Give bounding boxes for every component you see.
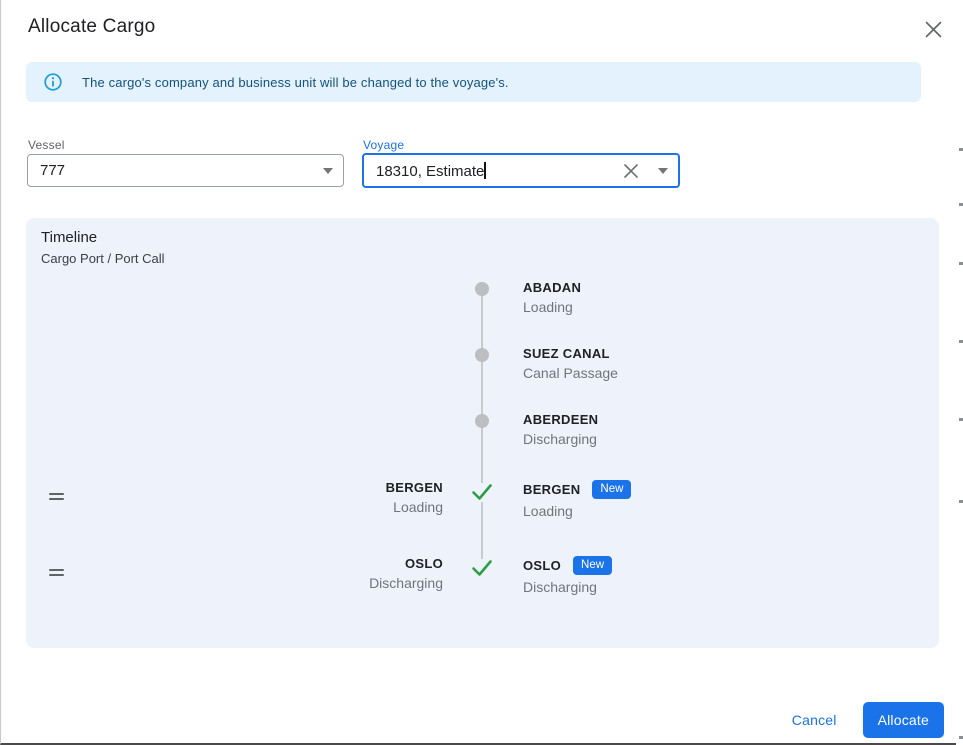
timeline-subheading: Cargo Port / Port Call [41,251,165,266]
info-circle-icon [44,73,62,91]
port-activity: Loading [523,299,581,315]
timeline-connector [481,502,483,559]
voyage-select[interactable]: 18310, Estimate [362,153,680,188]
cargo-port-activity: Discharging [369,575,443,591]
new-badge: New [573,556,612,575]
vessel-label: Vessel [28,138,65,152]
port-name: SUEZ CANAL [523,346,618,361]
port-name: ABERDEEN [523,412,598,427]
vessel-value: 777 [40,162,315,179]
timeline-dot [475,348,489,362]
timeline-connector [481,289,483,483]
port-activity: Loading [523,503,631,519]
port-call-item: ABADAN Loading [523,280,581,315]
drag-handle[interactable] [49,493,64,500]
close-icon[interactable] [921,17,945,41]
chevron-down-icon[interactable] [323,168,333,174]
port-call-item: SUEZ CANAL Canal Passage [523,346,618,381]
cancel-button[interactable]: Cancel [792,712,837,728]
background-page-strip [956,0,963,745]
clear-icon[interactable] [622,162,640,180]
chevron-down-icon[interactable] [658,168,668,174]
cargo-port-item: BERGEN Loading [386,480,443,515]
drag-handle[interactable] [49,569,64,576]
port-name: OSLO [523,558,561,573]
dialog-footer: Cancel Allocate [792,702,944,738]
text-cursor [484,162,486,179]
banner-message: The cargo's company and business unit wi… [82,75,509,90]
matched-port-call-item: OSLO New Discharging [523,556,612,595]
port-activity: Discharging [523,579,612,595]
timeline-dot [475,282,489,296]
check-icon [471,559,493,577]
cargo-port-activity: Loading [386,499,443,515]
check-icon [471,483,493,501]
voyage-label: Voyage [363,138,404,152]
cargo-port-name: BERGEN [386,480,443,495]
port-activity: Discharging [523,431,598,447]
timeline-panel: Timeline Cargo Port / Port Call ABADAN L… [26,218,939,648]
cargo-port-item: OSLO Discharging [369,556,443,591]
vessel-select[interactable]: 777 [27,154,344,187]
cargo-port-name: OSLO [369,556,443,571]
port-name: BERGEN [523,482,580,497]
port-activity: Canal Passage [523,365,618,381]
allocate-button[interactable]: Allocate [863,702,944,738]
new-badge: New [592,480,631,499]
allocate-cargo-dialog: Allocate Cargo The cargo's company and b… [0,0,956,745]
timeline-dot [475,414,489,428]
port-call-item: ABERDEEN Discharging [523,412,598,447]
voyage-value: 18310, Estimate [376,162,618,180]
page-title: Allocate Cargo [28,16,155,38]
info-banner: The cargo's company and business unit wi… [26,62,921,102]
timeline-heading: Timeline [41,229,97,246]
port-name: ABADAN [523,280,581,295]
matched-port-call-item: BERGEN New Loading [523,480,631,519]
